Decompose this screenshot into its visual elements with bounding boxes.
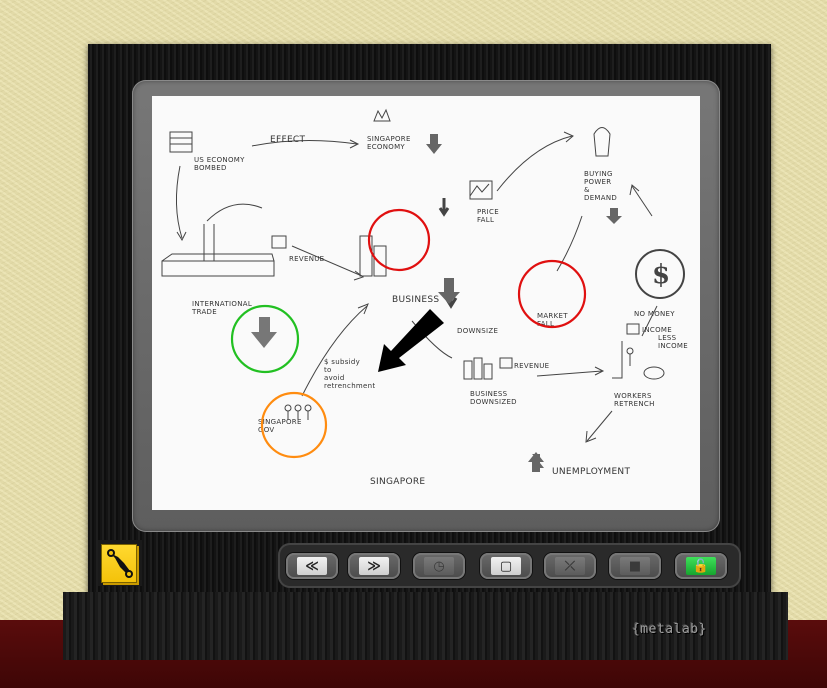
label-line: DEMAND [584,194,617,202]
sketch-dollar: $ [652,260,670,290]
label-line: GOV [258,426,275,434]
label-no-money: NO MONEY [634,310,675,318]
page-icon: ▢ [491,557,521,575]
label-income: INCOME [642,326,672,334]
label-singapore: SINGAPORE [370,477,425,487]
fast-forward-icon: ≫ [359,557,389,575]
label-line: FALL [477,216,494,224]
fast-forward-button[interactable]: ≫ [348,553,400,579]
unlock-button[interactable]: 🔓 [675,553,727,579]
unlock-icon: 🔓 [686,557,716,575]
label-revenue: REVENUE [289,255,324,263]
label-line: TRADE [191,308,217,316]
label-downsize: DOWNSIZE [457,327,498,335]
label-line: to [324,366,332,374]
label-line: BOMBED [194,164,227,172]
label-less-income: LESS INCOME [658,334,688,350]
rewind-icon: ≪ [297,557,327,575]
tools-note [101,544,137,583]
label-workers-retrench: WORKERS RETRENCH [614,392,655,408]
tools-button[interactable] [98,540,142,586]
brand-logo: {metalab} [632,622,707,637]
label-buying-power: BUYING POWER & DEMAND [584,170,617,202]
label-subsidy: $ subsidy to avoid retrenchment [324,358,375,390]
label-line: retrenchment [324,382,375,390]
label-line: ECONOMY [367,143,405,151]
label-line: POWER [584,178,611,186]
label-singapore-gov: SINGAPORE GOV [258,418,302,434]
page-button[interactable]: ▢ [480,553,532,579]
label-business-downsized: BUSINESS DOWNSIZED [470,390,517,406]
trade-down-arrow-icon [251,317,277,348]
wrench-icon [107,549,133,578]
presentation-screen[interactable]: $ US ECONOMY BOMBED EFFECT SINGAPORE ECONO… [152,96,700,510]
rewind-button[interactable]: ≪ [286,553,338,579]
lock-icon: ■ [620,557,650,575]
label-price-fall: PRICE FALL [477,208,499,224]
timer-button[interactable]: ◷ [413,553,465,579]
label-line: INCOME [658,342,688,350]
svg-text:$: $ [652,260,670,290]
highlight-circle-red-business [367,208,431,272]
fit-screen-icon: ⤫ [555,557,585,575]
clock-icon: ◷ [424,557,454,575]
mind-map-sketch: $ US ECONOMY BOMBED EFFECT SINGAPORE ECONO… [161,108,688,487]
label-unemployment: UNEMPLOYMENT [552,467,630,477]
label-line: & [584,186,590,194]
pointer-arrow [378,309,444,372]
label-line: avoid [324,374,345,382]
lock-button[interactable]: ■ [609,553,661,579]
label-line: RETRENCH [614,400,655,408]
label-singapore-economy: SINGAPORE ECONOMY [367,135,411,151]
label-business: BUSINESS [392,295,439,305]
label-revenue-small: REVENUE [514,362,549,370]
playback-toolbar: ≪ ≫ ◷ ▢ ⤫ ■ 🔓 [278,543,741,588]
label-line: DOWNSIZED [470,398,517,406]
label-effect: EFFECT [270,135,306,145]
fit-screen-button[interactable]: ⤫ [544,553,596,579]
label-us-economy: US ECONOMY BOMBED [194,156,245,172]
